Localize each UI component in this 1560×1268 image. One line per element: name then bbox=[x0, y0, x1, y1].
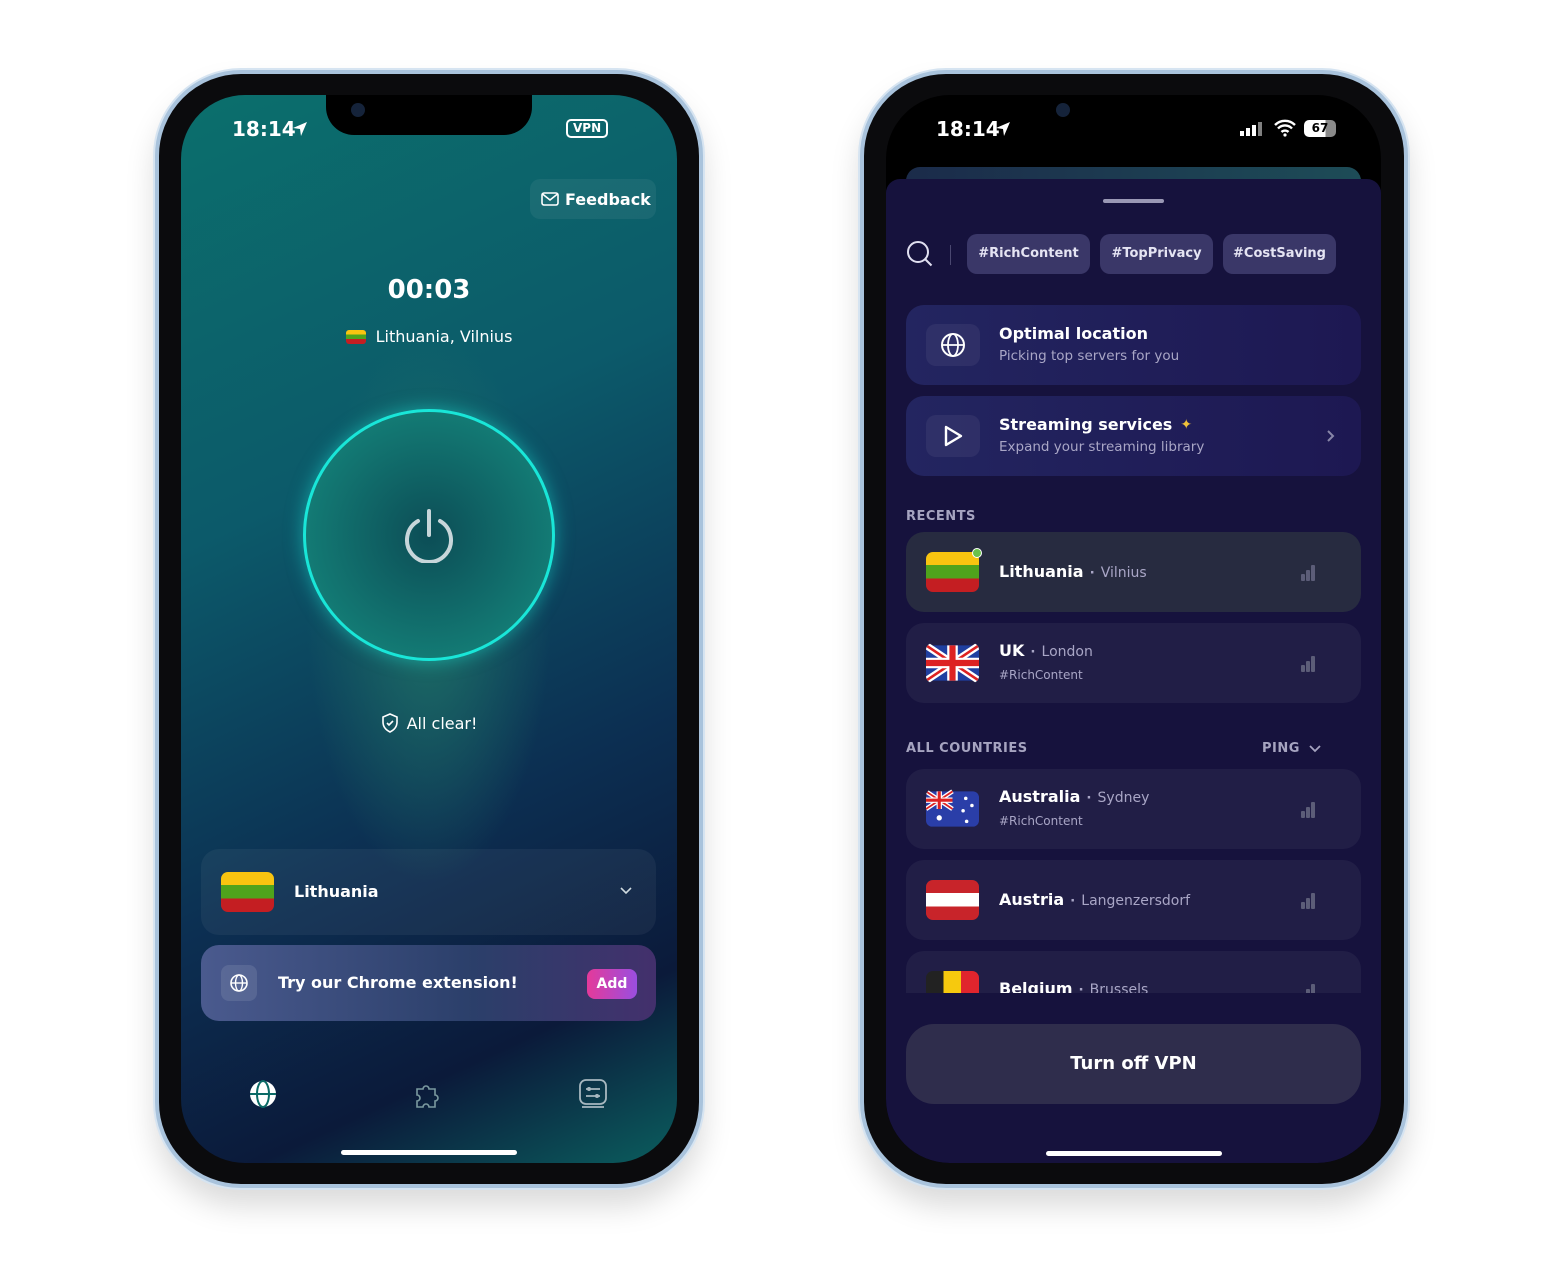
tag-top-privacy[interactable]: #TopPrivacy bbox=[1100, 234, 1213, 274]
recents-header: RECENTS bbox=[906, 509, 976, 524]
feedback-label: Feedback bbox=[565, 189, 651, 209]
security-status: All clear! bbox=[406, 713, 478, 733]
server-sheet: #RichContent #TopPrivacy #CostSaving Opt… bbox=[886, 179, 1381, 1163]
chevron-down-icon bbox=[620, 887, 632, 895]
tag-cost-saving[interactable]: #CostSaving bbox=[1223, 234, 1336, 274]
puzzle-icon[interactable] bbox=[413, 1079, 443, 1109]
country-name: Belgium bbox=[999, 979, 1073, 993]
sort-by-ping-dropdown[interactable]: PING bbox=[1262, 741, 1322, 756]
uk-flag-icon bbox=[926, 643, 979, 683]
city-name: Brussels bbox=[1089, 982, 1149, 993]
lithuania-flag-icon bbox=[345, 329, 366, 344]
sort-label: PING bbox=[1262, 741, 1300, 756]
battery-indicator: 67 bbox=[1304, 120, 1336, 137]
server-tag: #RichContent bbox=[999, 814, 1083, 828]
home-indicator bbox=[1046, 1151, 1222, 1156]
connected-location: Lithuania, Vilnius bbox=[375, 327, 513, 346]
country-name: Australia bbox=[999, 787, 1081, 806]
country-name: Lithuania bbox=[999, 562, 1084, 581]
city-name: London bbox=[1041, 644, 1093, 660]
status-time: 18:14 bbox=[232, 117, 296, 141]
ping-signal-icon bbox=[1301, 891, 1319, 909]
lithuania-flag-icon bbox=[221, 872, 274, 912]
selected-country: Lithuania bbox=[294, 882, 379, 901]
home-indicator bbox=[341, 1150, 517, 1155]
wifi-icon bbox=[1274, 119, 1296, 137]
status-time: 18:14 bbox=[936, 117, 1000, 141]
item-title: Optimal location bbox=[999, 324, 1148, 343]
server-row-australia[interactable]: Australia · Sydney #RichContent bbox=[906, 769, 1361, 849]
connected-dot bbox=[972, 548, 982, 558]
ping-signal-icon bbox=[1301, 563, 1319, 581]
promo-text: Try our Chrome extension! bbox=[278, 973, 518, 992]
settings-icon[interactable] bbox=[579, 1079, 607, 1109]
server-row-belgium[interactable]: Belgium · Brussels bbox=[906, 951, 1361, 993]
globe-icon bbox=[230, 974, 248, 992]
ping-signal-icon bbox=[1301, 654, 1319, 672]
shield-check-icon bbox=[381, 713, 398, 733]
main-screen: 18:14 VPN Feedback 00:03 Lithuania, Viln… bbox=[181, 95, 677, 1163]
cellular-signal-icon bbox=[1240, 122, 1262, 136]
search-icon[interactable] bbox=[906, 240, 934, 268]
server-tag: #RichContent bbox=[999, 668, 1083, 682]
lithuania-flag-icon bbox=[926, 552, 979, 592]
server-row-austria[interactable]: Austria · Langenzersdorf bbox=[906, 860, 1361, 940]
item-title: Streaming services bbox=[999, 415, 1173, 434]
country-name: Austria bbox=[999, 890, 1065, 909]
country-selector[interactable]: Lithuania bbox=[201, 849, 656, 935]
server-list-screen: 18:14 67 #RichContent #TopPrivacy #CostS… bbox=[886, 95, 1381, 1163]
country-name: UK bbox=[999, 641, 1025, 660]
ping-signal-icon bbox=[1301, 982, 1319, 993]
turn-off-vpn-button[interactable]: Turn off VPN bbox=[906, 1024, 1361, 1104]
city-name: Vilnius bbox=[1100, 565, 1147, 581]
server-row-uk[interactable]: UK · London #RichContent bbox=[906, 623, 1361, 703]
mail-icon bbox=[541, 192, 559, 206]
city-name: Sydney bbox=[1097, 790, 1150, 806]
city-name: Langenzersdorf bbox=[1081, 893, 1191, 909]
power-icon bbox=[405, 509, 453, 563]
belgium-flag-icon bbox=[926, 971, 979, 993]
streaming-services-item[interactable]: Streaming services ✦ Expand your streamin… bbox=[906, 396, 1361, 476]
power-button[interactable] bbox=[303, 409, 555, 661]
add-extension-button[interactable]: Add bbox=[587, 969, 637, 999]
sparkle-icon: ✦ bbox=[1180, 416, 1193, 433]
optimal-location-item[interactable]: Optimal location Picking top servers for… bbox=[906, 305, 1361, 385]
chevron-right-icon bbox=[1327, 430, 1335, 442]
all-countries-header: ALL COUNTRIES bbox=[906, 741, 1028, 756]
tag-rich-content[interactable]: #RichContent bbox=[967, 234, 1090, 274]
play-icon bbox=[944, 425, 963, 447]
globe-icon bbox=[941, 333, 965, 357]
chevron-down-icon bbox=[1309, 744, 1321, 752]
australia-flag-icon bbox=[926, 789, 979, 827]
ping-signal-icon bbox=[1301, 800, 1319, 818]
location-arrow-icon bbox=[996, 122, 1010, 136]
austria-flag-icon bbox=[926, 880, 979, 920]
feedback-button[interactable]: Feedback bbox=[530, 179, 656, 219]
chrome-extension-banner[interactable]: Try our Chrome extension! Add bbox=[201, 945, 656, 1021]
location-arrow-icon bbox=[293, 122, 307, 136]
globe-icon[interactable] bbox=[248, 1079, 278, 1109]
item-subtitle: Expand your streaming library bbox=[999, 439, 1205, 455]
connection-timer: 00:03 bbox=[387, 275, 471, 305]
item-subtitle: Picking top servers for you bbox=[999, 348, 1180, 364]
sheet-drag-handle[interactable] bbox=[1103, 199, 1164, 203]
vpn-badge: VPN bbox=[566, 119, 609, 138]
server-row-lithuania[interactable]: Lithuania · Vilnius bbox=[906, 532, 1361, 612]
